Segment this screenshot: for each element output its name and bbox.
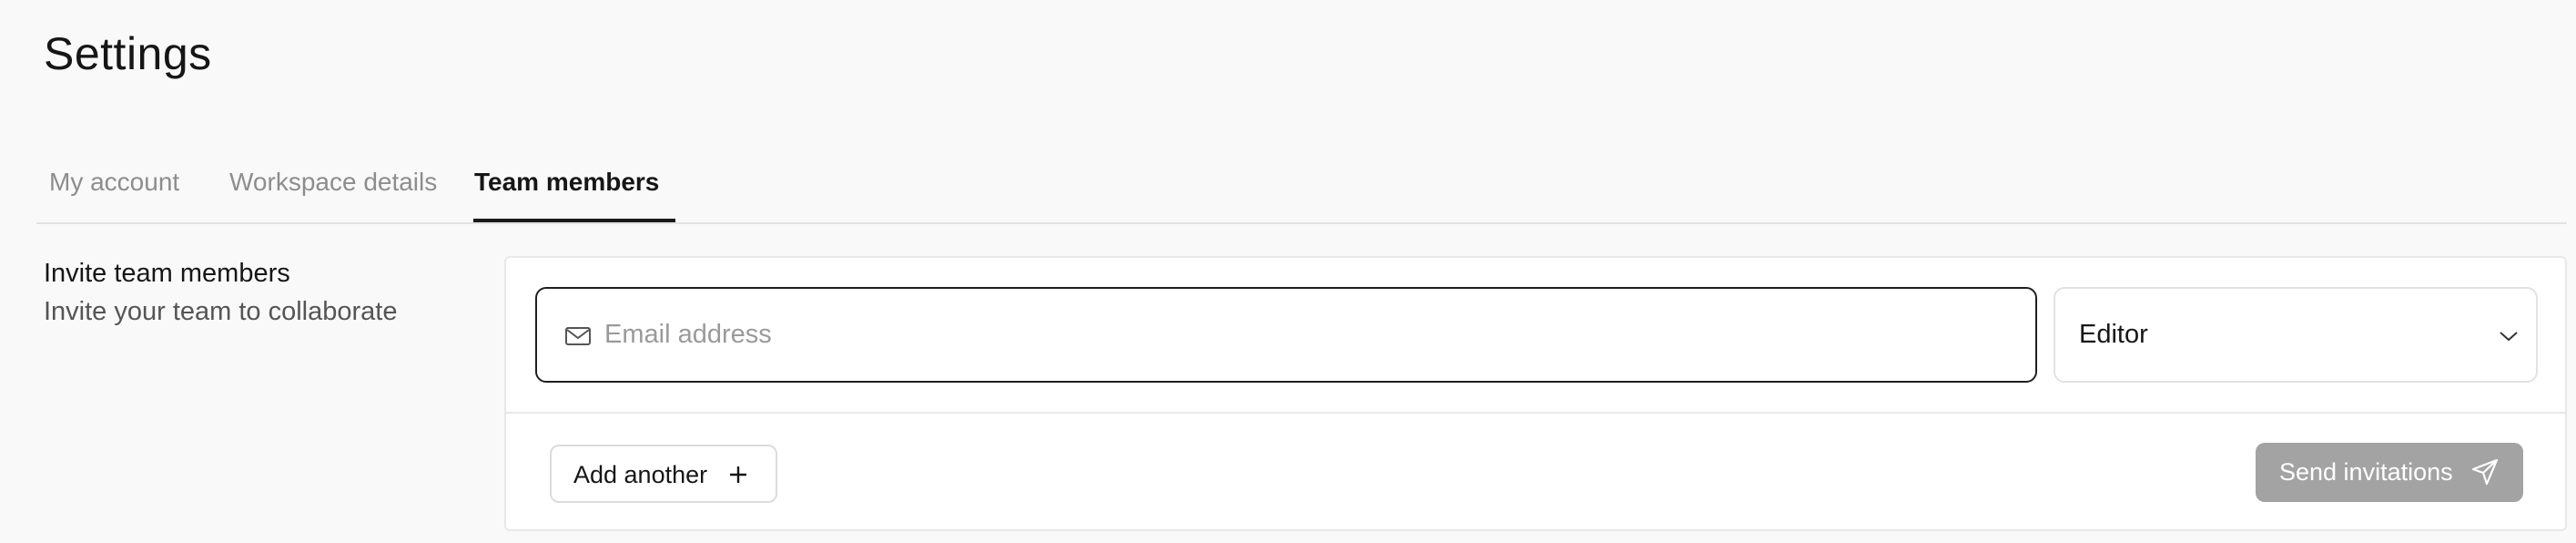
active-tab-indicator [473, 219, 675, 222]
add-another-label: Add another [573, 461, 708, 488]
send-invitations-button[interactable]: Send invitations [2256, 443, 2523, 502]
add-another-button[interactable]: Add another [550, 445, 777, 503]
role-select-value: Editor [2079, 320, 2148, 349]
settings-tabs: My account Workspace details Team member… [36, 140, 2567, 224]
plus-icon [730, 466, 746, 483]
email-input[interactable] [604, 289, 2024, 381]
send-invitations-label: Send invitations [2279, 458, 2453, 486]
tab-workspace-details[interactable]: Workspace details [229, 168, 437, 197]
section-description: Invite your team to collaborate [44, 297, 398, 326]
tab-team-members[interactable]: Team members [474, 168, 659, 197]
invite-card: Editor Add another Send invitations [504, 256, 2567, 531]
role-select[interactable]: Editor [2054, 287, 2538, 383]
tab-my-account[interactable]: My account [49, 168, 179, 197]
chevron-down-icon [2500, 332, 2518, 342]
card-divider [506, 412, 2565, 414]
section-heading: Invite team members [44, 259, 290, 288]
page-title: Settings [44, 28, 212, 79]
mail-icon [565, 327, 591, 345]
send-icon [2471, 458, 2499, 486]
email-field[interactable] [535, 287, 2037, 383]
